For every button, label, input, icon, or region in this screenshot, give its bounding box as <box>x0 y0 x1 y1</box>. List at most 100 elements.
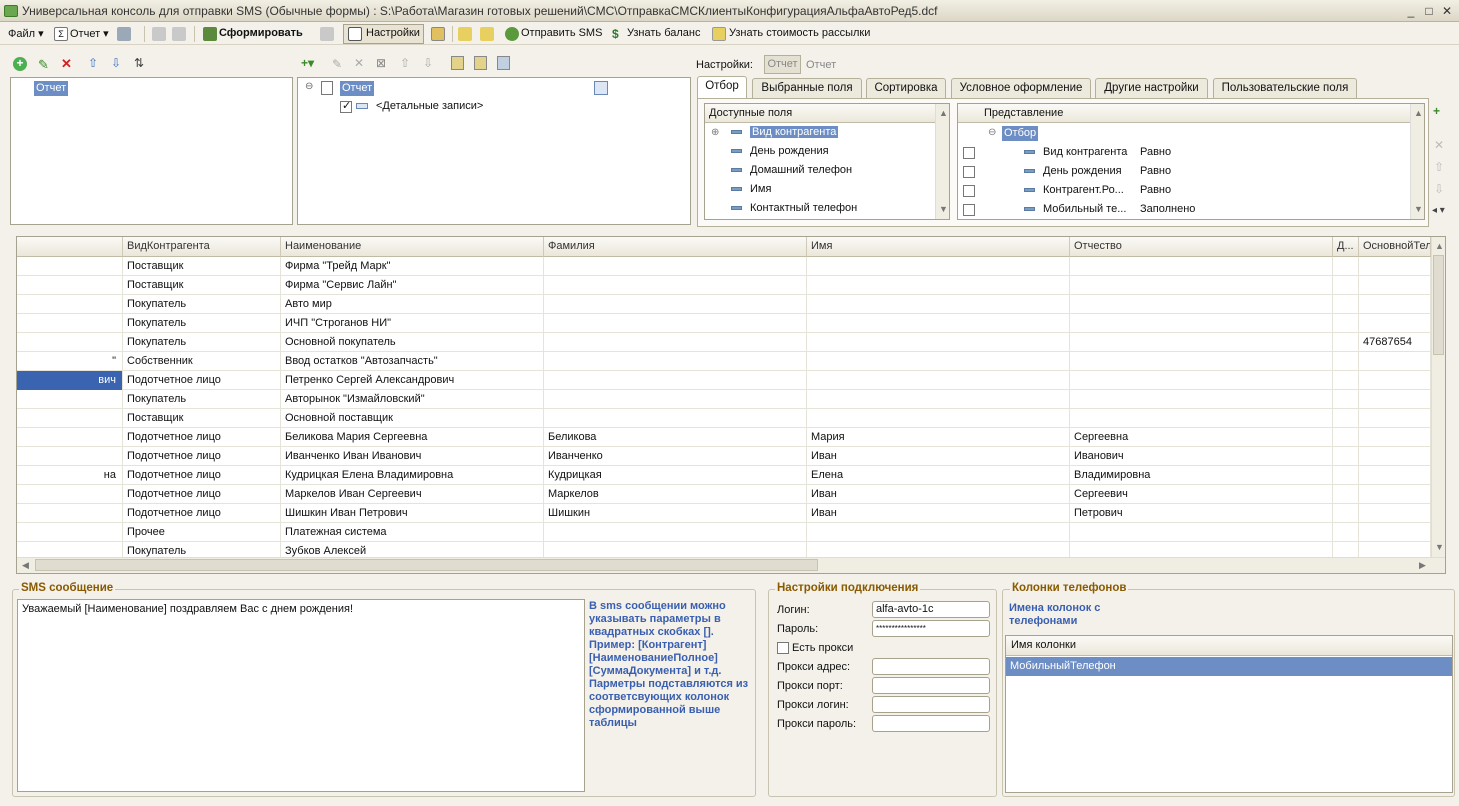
table-cell[interactable] <box>544 257 807 276</box>
table-cell[interactable] <box>17 523 123 542</box>
table-cell[interactable] <box>1359 409 1431 428</box>
field-item[interactable]: Контактный телефон <box>731 202 857 214</box>
table-cell[interactable]: Иванченко <box>544 447 807 466</box>
more-icon[interactable]: ◂ ▾ <box>1432 205 1445 216</box>
table-cell[interactable]: Петрович <box>1070 504 1333 523</box>
table-cell[interactable] <box>17 504 123 523</box>
collapse-icon[interactable]: ⊖ <box>988 127 996 138</box>
filter-checkbox[interactable] <box>963 204 975 216</box>
table-cell[interactable] <box>1333 314 1359 333</box>
table-row[interactable]: вич Подотчетное лицо Петренко Сергей Алекс… <box>17 371 1431 390</box>
table-cell[interactable] <box>807 523 1070 542</box>
table-cell[interactable] <box>17 257 123 276</box>
table-cell[interactable] <box>17 314 123 333</box>
scroll-down-icon[interactable]: ▼ <box>1414 204 1423 214</box>
filter-row[interactable]: Вид контрагента <box>1024 146 1127 158</box>
scroll-up-icon[interactable]: ▲ <box>1414 108 1423 118</box>
tab-sorting[interactable]: Сортировка <box>866 78 946 98</box>
scroll-up-icon[interactable]: ▲ <box>1435 241 1444 251</box>
table-cell[interactable]: Основной покупатель <box>281 333 544 352</box>
filter-checkbox[interactable] <box>963 166 975 178</box>
table-row[interactable]: Покупатель Авто мир <box>17 295 1431 314</box>
table-cell[interactable] <box>544 390 807 409</box>
grid-header-cell[interactable]: Наименование <box>281 237 544 257</box>
table-cell[interactable] <box>17 428 123 447</box>
table-cell[interactable] <box>807 371 1070 390</box>
table-row[interactable]: Поставщик Фирма "Трейд Марк" <box>17 257 1431 276</box>
table-row[interactable]: " Собственник Ввод остатков "Автозапчасть" <box>17 352 1431 371</box>
table-cell[interactable] <box>1333 371 1359 390</box>
search-report-icon[interactable] <box>117 27 131 41</box>
table-cell[interactable] <box>1333 523 1359 542</box>
table-cell[interactable] <box>1359 276 1431 295</box>
table-cell[interactable]: Поставщик <box>123 257 281 276</box>
close-button[interactable]: ✕ <box>1438 3 1456 19</box>
settings-report-button[interactable]: Отчет <box>764 55 801 74</box>
table-cell[interactable]: Фирма "Трейд Марк" <box>281 257 544 276</box>
table-cell[interactable] <box>807 333 1070 352</box>
proxy-password-field[interactable] <box>872 715 990 732</box>
table-cell[interactable] <box>17 333 123 352</box>
grid-header-cell[interactable] <box>17 237 123 257</box>
table-cell[interactable]: Фирма "Сервис Лайн" <box>281 276 544 295</box>
table-cell[interactable]: Кудрицкая <box>544 466 807 485</box>
table-cell[interactable]: Покупатель <box>123 314 281 333</box>
table-cell[interactable]: Сергеевна <box>1070 428 1333 447</box>
cost-button[interactable]: Узнать стоимость рассылки <box>729 27 870 39</box>
filter-row[interactable]: День рождения <box>1024 165 1122 177</box>
table-cell[interactable]: Шишкин <box>544 504 807 523</box>
report-menu[interactable]: Отчет ▾ <box>70 27 109 40</box>
grid-header-cell[interactable]: Отчество <box>1070 237 1333 257</box>
move-up-icon[interactable]: ⇧ <box>1434 160 1444 174</box>
table-row[interactable]: Поставщик Фирма "Сервис Лайн" <box>17 276 1431 295</box>
delete-icon[interactable]: ✕ <box>61 56 72 72</box>
field-item[interactable]: День рождения <box>731 145 829 157</box>
struct-item-report[interactable]: Отчет <box>340 81 375 96</box>
proxy-checkbox[interactable] <box>777 642 789 654</box>
table-cell[interactable] <box>1333 485 1359 504</box>
tab-selected-fields[interactable]: Выбранные поля <box>752 78 862 98</box>
table-cell[interactable]: Сергеевич <box>1070 485 1333 504</box>
table-cell[interactable] <box>17 409 123 428</box>
variant-icon[interactable] <box>320 27 334 41</box>
table-cell[interactable]: Беликова Мария Сергеевна <box>281 428 544 447</box>
table-cell[interactable] <box>1070 257 1333 276</box>
generate-button[interactable]: Сформировать <box>219 27 303 39</box>
table-cell[interactable]: Покупатель <box>123 390 281 409</box>
scroll-thumb[interactable] <box>1433 255 1444 355</box>
table-cell[interactable]: ИЧП "Строганов НИ" <box>281 314 544 333</box>
table-cell[interactable] <box>1333 447 1359 466</box>
tab-conditional-format[interactable]: Условное оформление <box>951 78 1091 98</box>
filter-condition[interactable]: Равно <box>1140 165 1171 177</box>
table-cell[interactable]: Покупатель <box>123 333 281 352</box>
table-cell[interactable] <box>17 276 123 295</box>
group-icon[interactable]: ⊠ <box>376 56 386 70</box>
tab-other-settings[interactable]: Другие настройки <box>1095 78 1208 98</box>
table-row[interactable]: Прочее Платежная система <box>17 523 1431 542</box>
table-cell[interactable]: Мария <box>807 428 1070 447</box>
table-cell[interactable]: Подотчетное лицо <box>123 447 281 466</box>
table-cell[interactable] <box>1359 504 1431 523</box>
filter-root[interactable]: Отбор <box>1002 126 1039 141</box>
table-cell[interactable] <box>1333 504 1359 523</box>
save-settings-icon[interactable] <box>431 27 445 41</box>
table-cell[interactable] <box>1333 295 1359 314</box>
table-cell[interactable] <box>1359 466 1431 485</box>
table-cell[interactable]: 47687654 <box>1359 333 1431 352</box>
table-cell[interactable]: Подотчетное лицо <box>123 504 281 523</box>
table-cell[interactable] <box>1070 276 1333 295</box>
settings-report-alt[interactable]: Отчет <box>806 59 836 71</box>
table-cell[interactable] <box>1359 371 1431 390</box>
table-row[interactable]: Покупатель Авторынок "Измайловский" <box>17 390 1431 409</box>
table-cell[interactable]: Маркелов Иван Сергеевич <box>281 485 544 504</box>
file-menu[interactable]: Файл ▾ <box>8 27 44 40</box>
table-cell[interactable] <box>17 295 123 314</box>
proxy-address-field[interactable] <box>872 658 990 675</box>
delete-icon-disabled[interactable]: ✕ <box>354 56 364 70</box>
balance-button[interactable]: Узнать баланс <box>627 27 700 39</box>
grid-header-cell[interactable]: Имя <box>807 237 1070 257</box>
grid-header-cell[interactable]: ВидКонтрагента <box>123 237 281 257</box>
struct-item-detail-records[interactable]: <Детальные записи> <box>376 100 483 112</box>
table-cell[interactable]: Авторынок "Измайловский" <box>281 390 544 409</box>
table-cell[interactable] <box>17 485 123 504</box>
